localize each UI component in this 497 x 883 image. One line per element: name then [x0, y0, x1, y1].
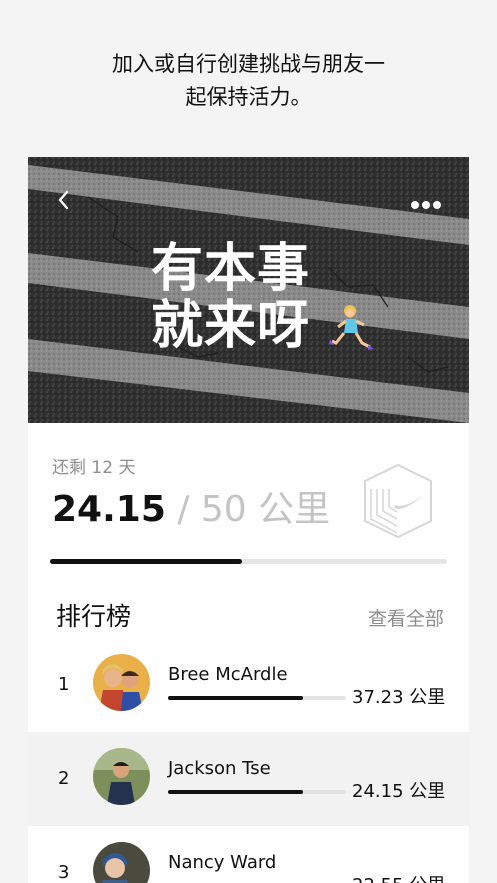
leaderboard-rank: 1	[58, 674, 70, 695]
distance-separator: /	[165, 489, 201, 530]
leaderboard-distance: 24.15 公里	[352, 781, 446, 802]
leaderboard-progress-fill	[168, 696, 304, 700]
more-options-button[interactable]	[411, 194, 445, 209]
challenge-progress-fill	[50, 559, 242, 564]
leaderboard-list: 1 Bree McArdle 37.23 公里 2 Jackson Tse 24…	[28, 638, 469, 883]
leaderboard-distance: 22.55 公里	[352, 871, 445, 883]
leaderboard-progress-bar	[168, 696, 346, 700]
challenge-title-line-2: 就来呀	[151, 296, 311, 356]
tagline-line-1: 加入或自行创建挑战与朋友一	[112, 52, 385, 76]
leaderboard-title: 排行榜	[56, 602, 132, 631]
leaderboard-row[interactable]: 1 Bree McArdle 37.23 公里	[28, 638, 469, 732]
tagline-line-2: 起保持活力。	[185, 85, 312, 109]
more-dot-icon	[433, 201, 441, 209]
goal-distance: 50 公里	[200, 489, 331, 530]
leaderboard-progress-fill	[168, 790, 304, 794]
challenge-card[interactable]: 有本事 就来呀 还剩 12 天 24.15 / 50 公里 排行榜 查看全部 1…	[28, 157, 469, 883]
view-all-link[interactable]: 查看全部	[368, 604, 444, 631]
back-button[interactable]	[52, 188, 76, 212]
challenge-progress-bar	[50, 559, 447, 564]
leaderboard-row[interactable]: 2 Jackson Tse 24.15 公里	[28, 732, 469, 826]
more-dot-icon	[411, 201, 419, 209]
leaderboard-progress-bar	[168, 790, 346, 794]
runner-woman-icon	[329, 305, 374, 350]
leaderboard-distance: 37.23 公里	[352, 687, 446, 708]
avatar-photo	[93, 654, 150, 711]
more-dot-icon	[422, 201, 430, 209]
leaderboard-name: Nancy Ward	[168, 852, 277, 873]
leaderboard-rank: 3	[58, 862, 70, 883]
tagline: 加入或自行创建挑战与朋友一 起保持活力。	[0, 48, 497, 114]
avatar-photo	[93, 842, 150, 883]
days-remaining: 还剩 12 天	[52, 458, 136, 478]
challenge-title-line-1: 有本事	[151, 239, 311, 299]
leaderboard-rank: 2	[58, 768, 70, 789]
avatar[interactable]	[93, 654, 150, 711]
chevron-left-icon	[58, 190, 69, 210]
nike-swoosh-badge-icon	[364, 463, 432, 539]
avatar[interactable]	[93, 842, 150, 883]
distance-progress: 24.15 / 50 公里	[52, 489, 330, 531]
leaderboard-name: Jackson Tse	[168, 758, 271, 779]
leaderboard-row[interactable]: 3 Nancy Ward 22.55 公里	[28, 826, 469, 883]
avatar[interactable]	[93, 748, 150, 805]
challenge-title: 有本事 就来呀	[151, 241, 310, 355]
challenge-hero-image: 有本事 就来呀	[28, 157, 469, 423]
leaderboard-name: Bree McArdle	[168, 664, 288, 685]
avatar-photo	[93, 748, 150, 805]
current-distance: 24.15	[52, 489, 166, 530]
